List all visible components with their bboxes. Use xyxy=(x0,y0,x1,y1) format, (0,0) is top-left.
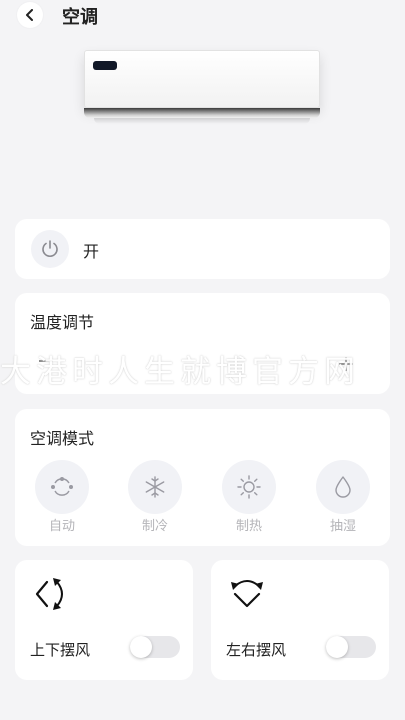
vertical-swing-icon xyxy=(35,578,63,610)
toggle-knob xyxy=(130,636,152,658)
mode-dehumidify-icon-button[interactable] xyxy=(316,460,370,514)
mode-auto-icon-button[interactable] xyxy=(35,460,89,514)
page-title: 空调 xyxy=(62,7,98,28)
vertical-swing-toggle[interactable] xyxy=(130,636,180,658)
ac-vent xyxy=(84,108,320,118)
ac-body xyxy=(84,50,320,108)
mode-card: 空调模式 自动 制冷 制热 抽湿 xyxy=(15,409,390,546)
mode-label: 空调模式 xyxy=(30,429,95,448)
water-drop-icon xyxy=(335,476,351,498)
mode-heat-label: 制热 xyxy=(235,519,262,534)
temperature-label: 温度调节 xyxy=(30,313,95,332)
ac-display xyxy=(93,61,117,70)
air-conditioner-illustration xyxy=(84,50,320,124)
mode-auto[interactable]: 自动 xyxy=(34,460,90,540)
chevron-left-icon xyxy=(26,9,33,21)
mode-cool-icon-button[interactable] xyxy=(128,460,182,514)
mode-cool[interactable]: 制冷 xyxy=(127,460,183,540)
header: 空调 xyxy=(0,0,405,32)
watermark-text: 大港时人生就博官方网 xyxy=(0,354,360,390)
mode-heat-icon-button[interactable] xyxy=(222,460,276,514)
vertical-swing-label: 上下摆风 xyxy=(30,641,91,659)
power-card: 开 xyxy=(15,219,390,279)
sun-icon xyxy=(237,475,261,499)
horizontal-swing-label: 左右摆风 xyxy=(226,641,287,659)
auto-cycle-icon xyxy=(51,477,73,496)
power-icon xyxy=(42,240,58,257)
mode-dehumidify[interactable]: 抽湿 xyxy=(315,460,371,540)
horizontal-swing-card: 左右摆风 xyxy=(211,560,389,680)
ac-shadow xyxy=(94,118,310,124)
power-button[interactable] xyxy=(31,230,69,268)
mode-cool-label: 制冷 xyxy=(141,519,168,534)
horizontal-swing-toggle[interactable] xyxy=(326,636,376,658)
mode-dehumidify-label: 抽湿 xyxy=(329,519,356,534)
vertical-swing-card: 上下摆风 xyxy=(15,560,193,680)
horizontal-swing-icon xyxy=(231,580,263,608)
toggle-knob xyxy=(326,636,348,658)
mode-heat[interactable]: 制热 xyxy=(221,460,277,540)
snowflake-icon xyxy=(145,476,165,498)
power-state-label: 开 xyxy=(83,242,100,261)
back-button[interactable] xyxy=(17,2,43,28)
mode-auto-label: 自动 xyxy=(48,519,75,534)
